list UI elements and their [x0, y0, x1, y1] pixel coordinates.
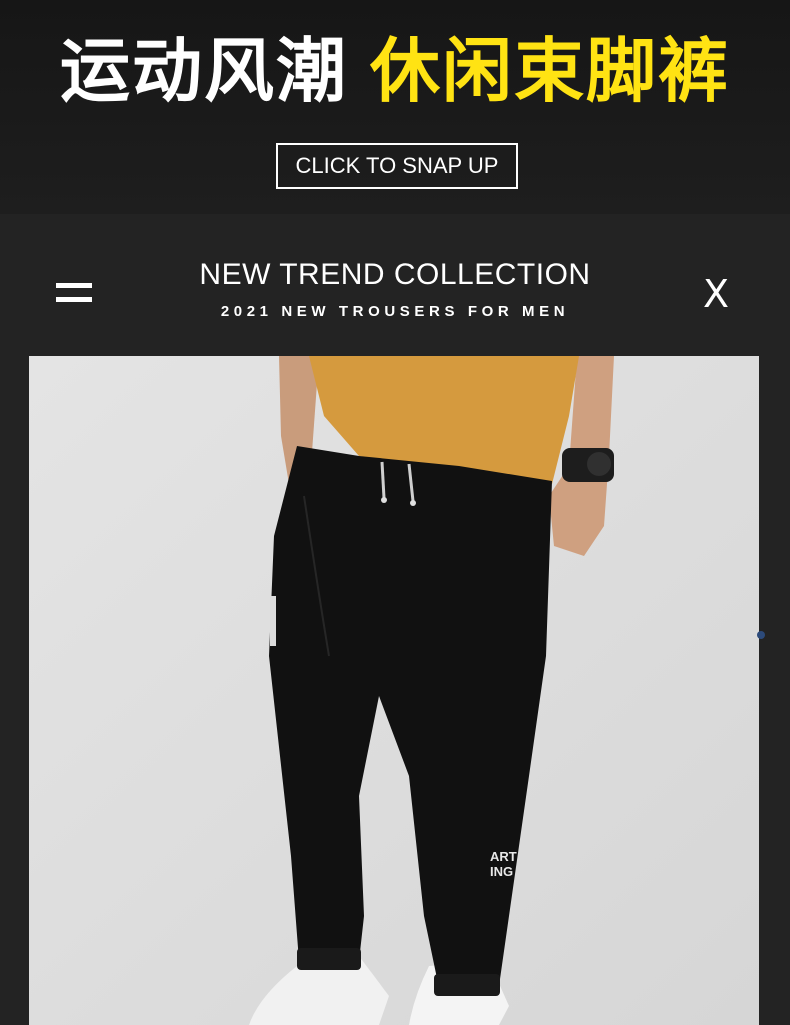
collection-subtitle: 2021 NEW TROUSERS FOR MEN: [220, 303, 570, 320]
product-photo: ART ING: [29, 356, 759, 1025]
snap-up-button[interactable]: CLICK TO SNAP UP: [276, 143, 518, 189]
collection-title: NEW TREND COLLECTION: [199, 258, 591, 291]
trousers-print-line1: ART: [490, 849, 517, 864]
headline-white-text: 运动风潮: [60, 30, 348, 112]
close-icon[interactable]: X: [698, 274, 734, 314]
trousers-print-line2: ING: [490, 864, 513, 879]
carousel-dot[interactable]: [757, 631, 765, 639]
headline-yellow-text: 休闲束脚裤: [370, 30, 730, 112]
banner-headline: 运动风潮 休闲束脚裤: [0, 26, 790, 116]
